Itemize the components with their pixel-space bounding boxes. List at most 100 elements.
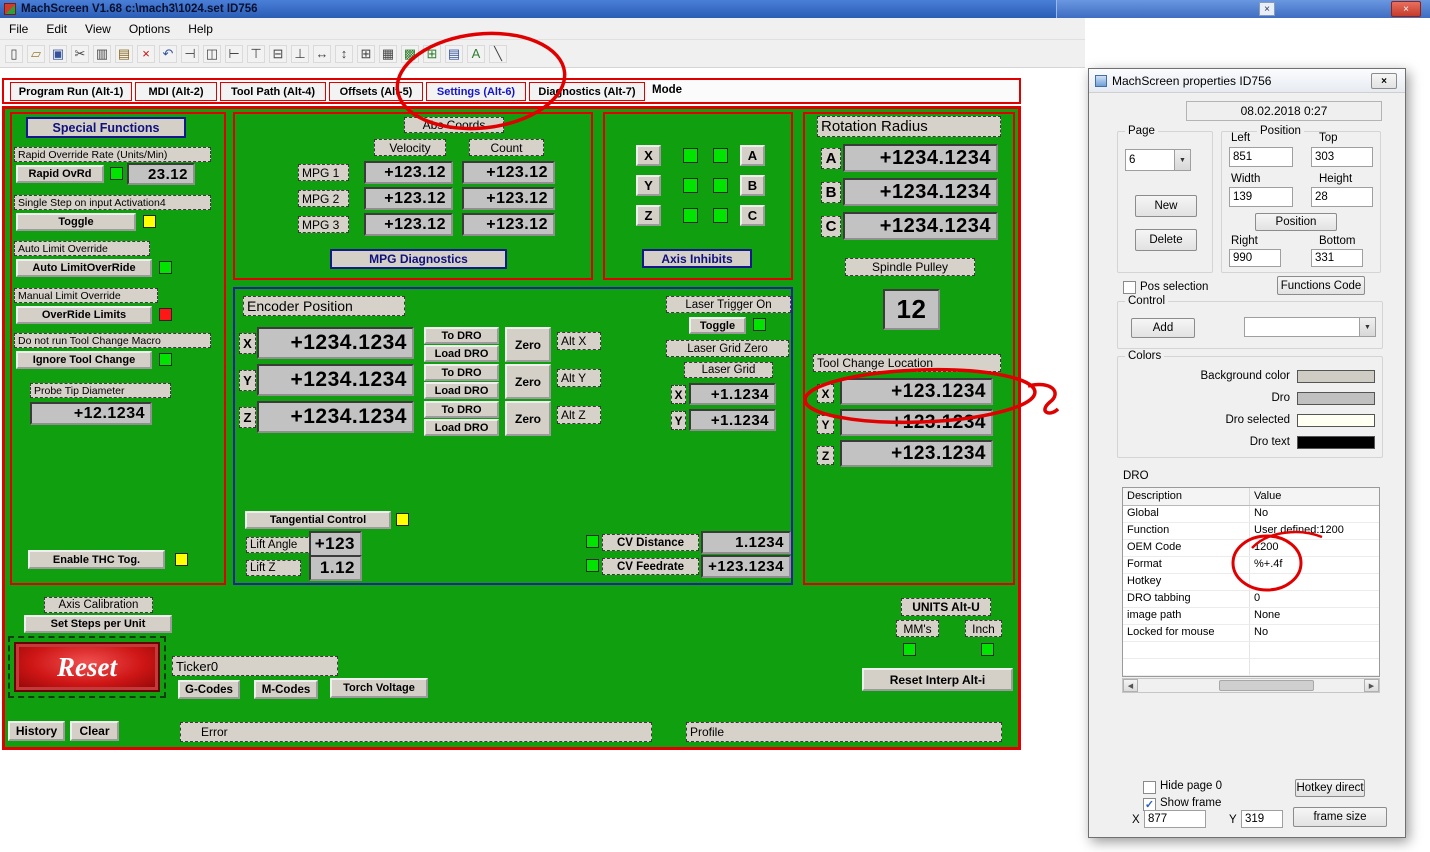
reset-interp-button[interactable]: Reset Interp Alt-i (862, 668, 1013, 691)
mpg1-velocity-dro[interactable]: +123.12 (364, 161, 453, 184)
ignore-tool-change-button[interactable]: Ignore Tool Change (16, 351, 152, 369)
snap-icon[interactable]: ▩ (401, 44, 419, 63)
lift-angle-dro[interactable]: +123 (309, 531, 362, 557)
dro-table-row[interactable]: Hotkey (1123, 574, 1379, 591)
lift-z-dro[interactable]: 1.12 (309, 555, 362, 581)
axis-inhibit-z-button[interactable]: Z (636, 205, 661, 226)
reset-button[interactable]: Reset (14, 642, 160, 692)
encoder-y-load-dro-button[interactable]: Load DRO (424, 382, 499, 399)
tab-offsets[interactable]: Offsets (Alt-5) (329, 82, 423, 101)
menu-help[interactable]: Help (179, 20, 222, 38)
paste-icon[interactable]: ▤ (115, 44, 133, 63)
line-icon[interactable]: ╲ (489, 44, 507, 63)
x-coord-field[interactable]: 877 (1144, 810, 1206, 828)
undo-icon[interactable]: ↶ (159, 44, 177, 63)
encoder-x-zero-button[interactable]: Zero (505, 327, 551, 362)
rotation-b-dro[interactable]: +1234.1234 (843, 178, 998, 206)
new-button[interactable]: New (1135, 195, 1197, 217)
font-icon[interactable]: A (467, 44, 485, 63)
left-field[interactable]: 851 (1229, 147, 1293, 167)
encoder-z-to-dro-button[interactable]: To DRO (424, 401, 499, 418)
auto-limit-override-button[interactable]: Auto LimitOverRide (16, 259, 152, 277)
color-swatch[interactable] (1297, 391, 1375, 405)
encoder-z-zero-button[interactable]: Zero (505, 401, 551, 436)
bottom-field[interactable]: 331 (1311, 249, 1363, 267)
history-button[interactable]: History (8, 721, 65, 741)
single-step-toggle-button[interactable]: Toggle (16, 213, 136, 231)
pos-selection-checkbox[interactable] (1123, 281, 1136, 294)
same-size-icon[interactable]: ⊞ (357, 44, 375, 63)
frame-size-button[interactable]: frame size (1293, 807, 1387, 827)
tab-settings[interactable]: Settings (Alt-6) (426, 82, 526, 101)
mpg2-velocity-dro[interactable]: +123.12 (364, 187, 453, 210)
dro-table-row[interactable] (1123, 642, 1379, 659)
dro-table-row[interactable]: image path None (1123, 608, 1379, 625)
dro-table-row[interactable] (1123, 659, 1379, 676)
open-icon[interactable]: ▱ (27, 44, 45, 63)
mpg2-count-dro[interactable]: +123.12 (462, 187, 555, 210)
align-bottom-icon[interactable]: ⊥ (291, 44, 309, 63)
mpg3-velocity-dro[interactable]: +123.12 (364, 213, 453, 236)
cv-feedrate-dro[interactable]: +123.1234 (701, 555, 791, 578)
encoder-y-dro[interactable]: +1234.1234 (257, 364, 414, 396)
color-swatch[interactable] (1297, 369, 1375, 383)
dro-table-row[interactable]: Function User defined:1200 (1123, 523, 1379, 540)
encoder-z-load-dro-button[interactable]: Load DRO (424, 419, 499, 436)
dro-table-row[interactable]: Format %+.4f (1123, 557, 1379, 574)
chevron-down-icon[interactable]: ▼ (1174, 150, 1190, 170)
align-center-h-icon[interactable]: ◫ (203, 44, 221, 63)
height-field[interactable]: 28 (1311, 187, 1373, 207)
rotation-c-dro[interactable]: +1234.1234 (843, 212, 998, 240)
clear-button[interactable]: Clear (70, 721, 119, 741)
laser-toggle-button[interactable]: Toggle (689, 317, 746, 334)
top-field[interactable]: 303 (1311, 147, 1373, 167)
rapid-ovrd-button[interactable]: Rapid OvRd (16, 165, 104, 183)
background-window-close-icon[interactable]: × (1391, 1, 1421, 17)
axis-inhibit-c-button[interactable]: C (740, 205, 765, 226)
set-steps-per-unit-button[interactable]: Set Steps per Unit (24, 615, 172, 633)
m-codes-button[interactable]: M-Codes (254, 680, 318, 699)
menu-file[interactable]: File (0, 20, 37, 38)
align-left-icon[interactable]: ⊣ (181, 44, 199, 63)
width-field[interactable]: 139 (1229, 187, 1293, 207)
encoder-x-to-dro-button[interactable]: To DRO (424, 327, 499, 344)
save-icon[interactable]: ▣ (49, 44, 67, 63)
delete-button[interactable]: Delete (1135, 229, 1197, 251)
encoder-y-to-dro-button[interactable]: To DRO (424, 364, 499, 381)
tab-tool-path[interactable]: Tool Path (Alt-4) (220, 82, 326, 101)
align-middle-icon[interactable]: ⊟ (269, 44, 287, 63)
encoder-y-zero-button[interactable]: Zero (505, 364, 551, 399)
scrollbar-thumb[interactable] (1219, 680, 1314, 691)
probe-tip-dro[interactable]: +12.1234 (30, 402, 152, 425)
add-button[interactable]: Add (1131, 318, 1195, 338)
mpg1-count-dro[interactable]: +123.12 (462, 161, 555, 184)
copy-icon[interactable]: ▥ (93, 44, 111, 63)
rotation-a-dro[interactable]: +1234.1234 (843, 144, 998, 172)
hide-page-checkbox[interactable] (1143, 781, 1156, 794)
cut-icon[interactable]: ✂ (71, 44, 89, 63)
dro-table-row[interactable]: DRO tabbing 0 (1123, 591, 1379, 608)
dro-table-row[interactable]: Global No (1123, 506, 1379, 523)
g-codes-button[interactable]: G-Codes (178, 680, 240, 699)
new-icon[interactable]: ▯ (5, 44, 23, 63)
cv-distance-dro[interactable]: 1.1234 (701, 531, 791, 554)
align-right-icon[interactable]: ⊢ (225, 44, 243, 63)
laser-x-dro[interactable]: +1.1234 (689, 383, 776, 405)
add-control-icon[interactable]: ⊞ (423, 44, 441, 63)
grid-icon[interactable]: ▦ (379, 44, 397, 63)
background-window-close-icon[interactable]: × (1259, 2, 1275, 16)
enable-thc-button[interactable]: Enable THC Tog. (28, 550, 165, 569)
encoder-x-load-dro-button[interactable]: Load DRO (424, 345, 499, 362)
axis-inhibit-a-button[interactable]: A (740, 145, 765, 166)
control-select[interactable]: ▼ (1244, 317, 1376, 337)
y-coord-field[interactable]: 319 (1241, 810, 1283, 828)
chevron-down-icon[interactable]: ▼ (1359, 318, 1375, 336)
same-height-icon[interactable]: ↕ (335, 44, 353, 63)
color-swatch[interactable] (1297, 413, 1375, 427)
override-limits-button[interactable]: OverRide Limits (16, 306, 152, 324)
dro-table-scrollbar[interactable]: ◀ ▶ (1122, 678, 1380, 693)
axis-inhibit-x-button[interactable]: X (636, 145, 661, 166)
hotkey-direct-button[interactable]: Hotkey direct (1295, 779, 1365, 797)
axis-inhibit-y-button[interactable]: Y (636, 175, 661, 196)
menu-options[interactable]: Options (120, 20, 179, 38)
